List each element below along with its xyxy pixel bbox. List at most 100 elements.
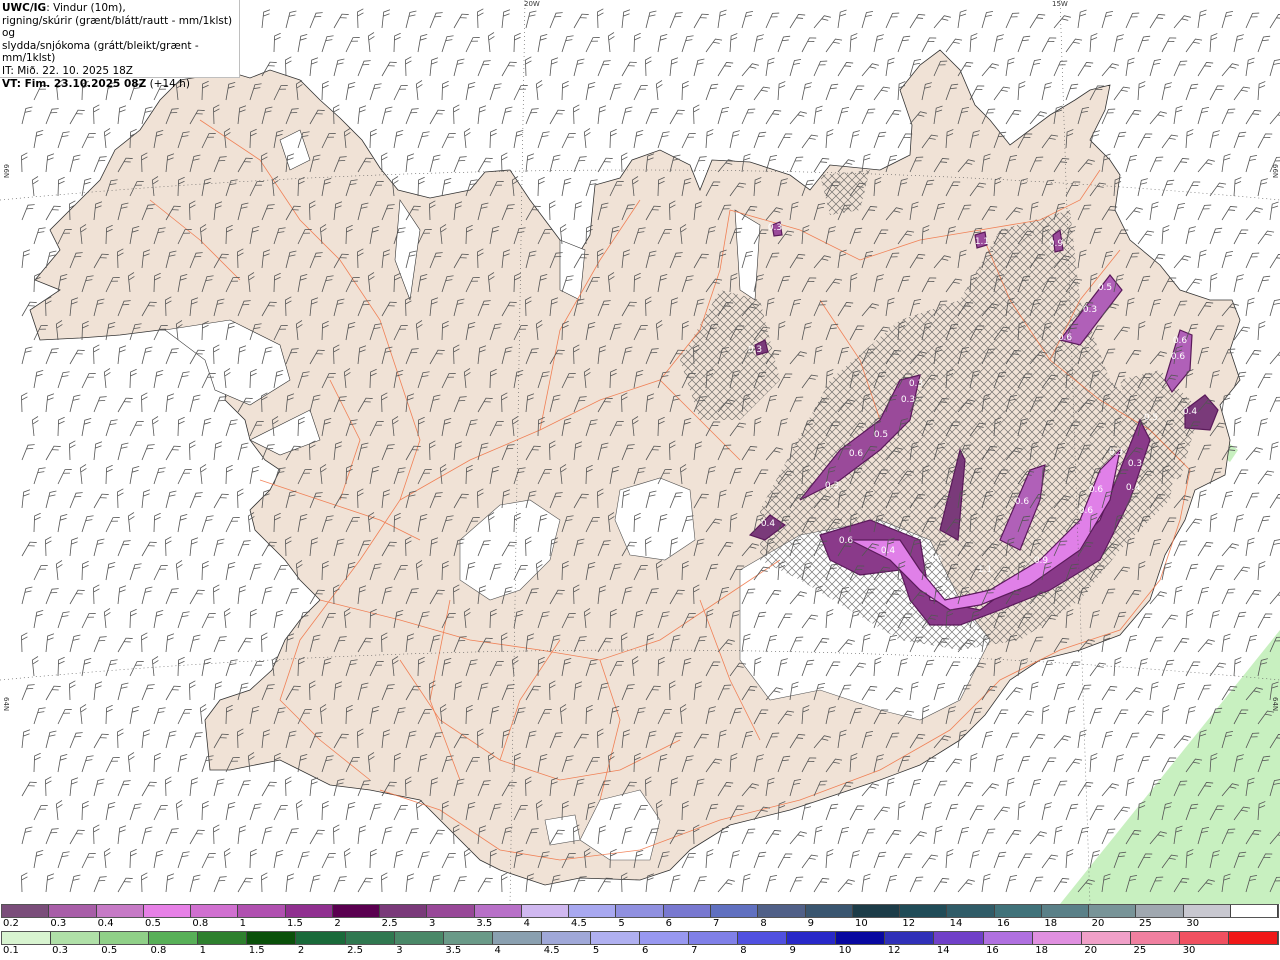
scale-swatch [247, 932, 297, 944]
scale-swatch [983, 932, 1033, 944]
precip-value-label: 0.5 [1098, 283, 1112, 293]
scale-swatch [758, 905, 806, 917]
scale-label: 0.4 [97, 918, 114, 929]
snow-color-scale: 0.2 0.3 0.4 0.5 0.8 1 1.5 2 2.5 3 3.5 4 4.5 5 6 7 8 9 10 12… [0, 904, 1280, 931]
scale-swatch [541, 932, 591, 944]
scale-swatch [2, 905, 50, 917]
scale-swatch [191, 905, 239, 917]
scale-swatch [616, 905, 664, 917]
precip-value-label: 0.5 [874, 430, 888, 440]
scale-label: 1.5 [248, 945, 265, 956]
precip-value-label: 0.6 [839, 536, 854, 546]
scale-swatch [492, 932, 542, 944]
scale-swatch [994, 905, 1042, 917]
precip-value-label: 0.6 [1015, 497, 1030, 507]
precip-value-label: 0.3 [909, 379, 923, 389]
scale-swatch [143, 905, 192, 917]
scale-swatch [51, 932, 101, 944]
grid-label-66n-right: 66N [1271, 164, 1279, 179]
scale-label: 30 [1186, 918, 1200, 929]
grid-label-20w: 20W [524, 0, 540, 8]
grid-label-15w: 15W [1052, 0, 1068, 8]
precip-value-label: 0.4 [761, 519, 776, 529]
precip-value-label: 0.6 [928, 554, 943, 564]
scale-label: 0.5 [145, 918, 161, 929]
scale-label: 6 [642, 945, 649, 956]
scale-label: 5 [592, 945, 600, 956]
scale-label: 0.8 [192, 918, 209, 929]
scale-swatch [474, 905, 522, 917]
scale-label: 5 [618, 918, 625, 929]
scale-swatch [149, 932, 199, 944]
scale-label: 30 [1182, 945, 1196, 956]
scale-label: 0.2 [3, 918, 19, 929]
scale-label: 12 [887, 945, 901, 956]
scale-label: 10 [855, 918, 868, 929]
scale-label: 8 [760, 918, 767, 929]
scale-label: 2 [334, 918, 341, 929]
info-valid-time: VT: Fim. 23.10.2025 08Z (+14 h) [2, 77, 190, 90]
scale-label: 18 [1044, 918, 1058, 929]
precip-value-label: 0.3 [901, 395, 915, 405]
precip-value-label: 0.6 [1171, 352, 1186, 362]
precip-value-label: 0.9 [1034, 556, 1049, 566]
precip-value-label: 0.3 [825, 481, 839, 491]
scale-swatch [900, 905, 948, 917]
precip-value-label: 0.9 [1049, 239, 1064, 249]
scale-swatch [934, 932, 984, 944]
scale-label: 18 [1035, 945, 1048, 956]
scale-label: 16 [986, 945, 999, 956]
precip-value-label: 0.6 [1089, 485, 1104, 495]
scale-swatch [1089, 905, 1137, 917]
scale-swatch [96, 905, 144, 917]
scale-swatch [345, 932, 395, 944]
rain-color-scale: 0.1 0.3 0.5 0.8 1 1.5 2 2.5 3 3.5 4 4.5 5 6 7 8 9 10 12 14 1… [0, 931, 1280, 958]
scale-label: 10 [838, 945, 852, 956]
scale-label: 25 [1133, 945, 1147, 956]
scale-swatch [1228, 932, 1279, 944]
scale-swatch [787, 932, 837, 944]
scale-swatch [836, 932, 886, 944]
scale-swatch [1032, 932, 1082, 944]
precip-value-label: 0.5 [1144, 413, 1158, 423]
scale-swatch [380, 905, 428, 917]
info-initial-time: IT: Mið. 22. 10. 2025 18Z [2, 64, 133, 77]
precip-value-label: 1.1 [975, 237, 989, 247]
scale-label: 3 [429, 918, 436, 929]
scale-swatch [1179, 932, 1229, 944]
scale-label: 4.5 [543, 945, 560, 956]
grid-label-66n-left: 66N [2, 164, 10, 179]
scale-swatch [663, 905, 711, 917]
precip-value-label: 0.3 [1128, 459, 1142, 469]
scale-swatch [590, 932, 641, 944]
scale-label: 14 [936, 945, 950, 956]
scale-swatch [521, 905, 570, 917]
grid-label-64n-left: 64N [2, 697, 10, 712]
scale-swatch [198, 932, 248, 944]
scale-label: 4 [523, 918, 531, 929]
precip-value-label: 0.3 [768, 223, 782, 233]
scale-label: 12 [902, 918, 916, 929]
scale-swatch [285, 905, 333, 917]
scale-label: 9 [807, 918, 815, 929]
precip-value-label: 0.4 [1183, 407, 1198, 417]
scale-swatch [852, 905, 901, 917]
scale-swatch [49, 905, 97, 917]
scale-swatch [1230, 905, 1279, 917]
snow-scale-bar [1, 904, 1279, 918]
scale-swatch [238, 905, 286, 917]
scale-swatch [689, 932, 739, 944]
scale-label: 25 [1139, 918, 1152, 929]
scale-label: 2 [297, 945, 305, 956]
scale-label: 0.1 [3, 945, 19, 956]
scale-label: 7 [713, 918, 720, 929]
grid-label-64n-right: 64N [1271, 697, 1279, 712]
scale-label: 1.5 [287, 918, 303, 929]
scale-label: 1 [199, 945, 206, 956]
scale-label: 4.5 [571, 918, 587, 929]
precip-value-label: 0.4 [1126, 483, 1141, 493]
scale-label: 2.5 [347, 945, 363, 956]
info-line-snow: slydda/snjókoma (grátt/bleikt/grænt - mm… [2, 39, 199, 65]
scale-label: 20 [1091, 918, 1105, 929]
precip-value-label: 0.3 [748, 345, 762, 355]
